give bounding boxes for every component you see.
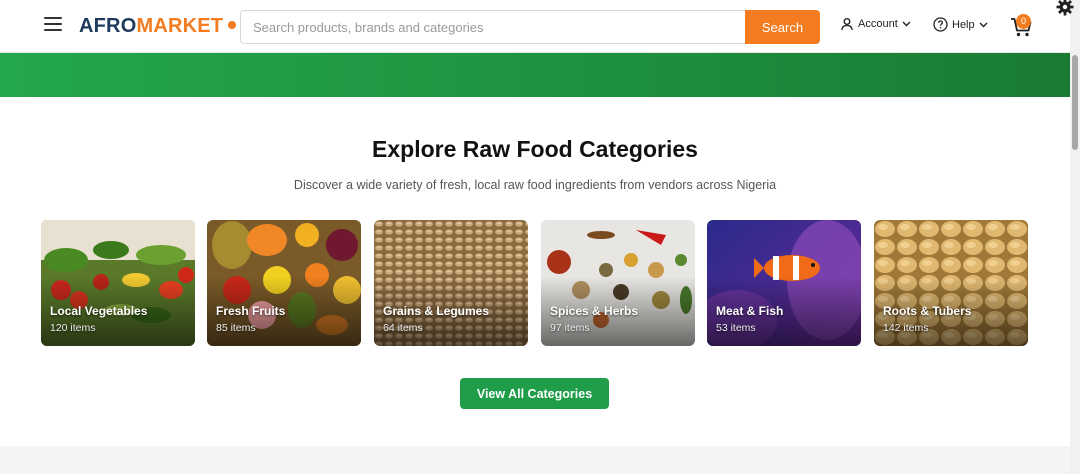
category-card-spices-herbs[interactable]: Spices & Herbs 97 items bbox=[541, 220, 695, 346]
help-circle-icon bbox=[933, 17, 948, 32]
scrollbar[interactable] bbox=[1070, 0, 1080, 474]
help-label: Help bbox=[952, 18, 975, 31]
help-menu[interactable]: Help bbox=[933, 17, 988, 32]
category-count: 53 items bbox=[716, 322, 756, 334]
category-count: 85 items bbox=[216, 322, 256, 334]
header: AFROMARKET Search Account Help 0 bbox=[0, 0, 1070, 53]
category-count: 120 items bbox=[50, 322, 96, 334]
search-button[interactable]: Search bbox=[745, 10, 820, 44]
category-cards: Local Vegetables 120 items Fresh Fruits … bbox=[41, 220, 1031, 346]
category-count: 97 items bbox=[550, 322, 590, 334]
category-name: Meat & Fish bbox=[716, 304, 784, 318]
scrollbar-thumb[interactable] bbox=[1072, 55, 1078, 150]
view-all-categories-button[interactable]: View All Categories bbox=[460, 378, 609, 409]
chevron-down-icon bbox=[979, 22, 988, 27]
section-title: Explore Raw Food Categories bbox=[372, 136, 698, 162]
user-icon bbox=[841, 18, 853, 31]
gear-icon[interactable] bbox=[1056, 0, 1074, 16]
category-count: 64 items bbox=[383, 322, 423, 334]
logo-dot bbox=[228, 20, 237, 29]
logo-text-market: MARKET bbox=[136, 15, 224, 37]
account-menu[interactable]: Account bbox=[840, 17, 911, 31]
cart-count-badge: 0 bbox=[1016, 14, 1031, 29]
search-bar: Search bbox=[240, 10, 820, 44]
category-name: Fresh Fruits bbox=[216, 304, 286, 318]
hamburger-menu-icon[interactable] bbox=[44, 17, 62, 33]
hero-banner bbox=[0, 53, 1070, 97]
category-card-fresh-fruits[interactable]: Fresh Fruits 85 items bbox=[207, 220, 361, 346]
category-card-roots-tubers[interactable]: Roots & Tubers 142 items bbox=[874, 220, 1028, 346]
category-name: Grains & Legumes bbox=[383, 304, 490, 318]
logo-text-afro: AFRO bbox=[79, 15, 137, 37]
category-card-meat-fish[interactable]: Meat & Fish 53 items bbox=[707, 220, 861, 346]
category-card-grains-legumes[interactable]: Grains & Legumes 64 items bbox=[374, 220, 528, 346]
page: AFROMARKET Search Account Help 0 Explore… bbox=[0, 0, 1070, 446]
chevron-down-icon bbox=[902, 21, 911, 27]
search-input[interactable] bbox=[240, 10, 750, 44]
section-subtitle: Discover a wide variety of fresh, local … bbox=[293, 178, 777, 192]
account-label: Account bbox=[858, 18, 898, 30]
logo[interactable]: AFROMARKET bbox=[79, 15, 237, 38]
category-name: Spices & Herbs bbox=[550, 304, 639, 318]
category-card-local-vegetables[interactable]: Local Vegetables 120 items bbox=[41, 220, 195, 346]
category-name: Local Vegetables bbox=[50, 304, 148, 318]
category-name: Roots & Tubers bbox=[883, 304, 972, 318]
category-count: 142 items bbox=[883, 322, 929, 334]
